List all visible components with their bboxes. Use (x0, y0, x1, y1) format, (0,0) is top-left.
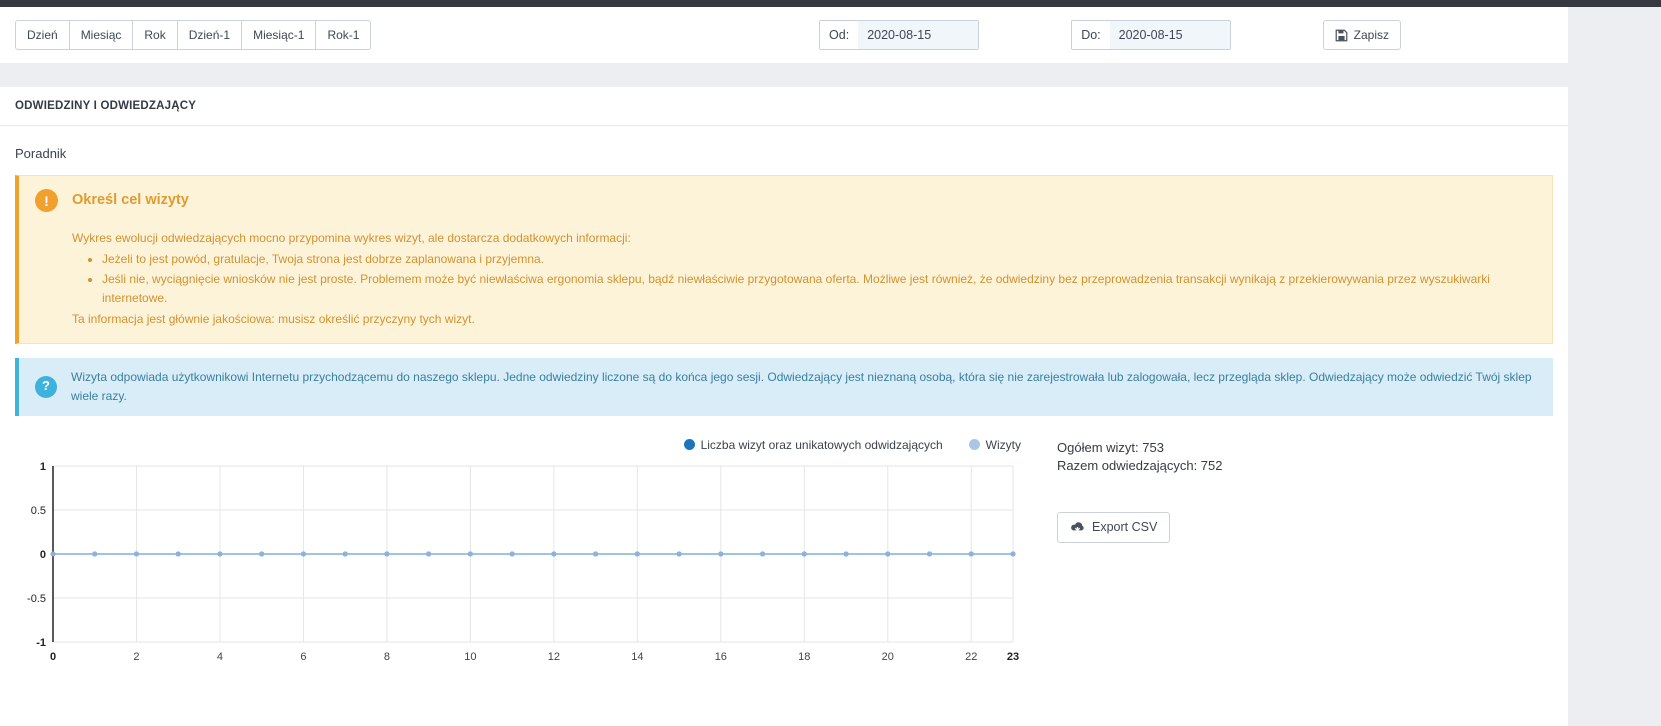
svg-text:10: 10 (464, 651, 476, 663)
export-csv-label: Export CSV (1092, 519, 1158, 534)
stats-panel: ODWIEDZINY I ODWIEDZAJĄCY Poradnik ! Okr… (0, 87, 1568, 726)
range-button-rok-1[interactable]: Rok-1 (315, 20, 372, 51)
cloud-download-icon (1070, 521, 1085, 533)
warning-box: ! Określ cel wizyty Wykres ewolucji odwi… (15, 175, 1553, 344)
export-csv-button[interactable]: Export CSV (1057, 511, 1171, 543)
chart-column: Liczba wizyt oraz unikatowych odwidzając… (15, 438, 1035, 671)
svg-text:0: 0 (40, 549, 46, 561)
legend-dot (683, 439, 695, 451)
svg-text:6: 6 (300, 651, 306, 663)
warning-outro: Ta informacja jest głównie jakościowa: m… (72, 312, 475, 327)
range-button-dzie[interactable]: Dzień (15, 20, 70, 51)
date-to-label: Do: (1072, 21, 1110, 50)
svg-text:23: 23 (1007, 651, 1019, 663)
info-box: ? Wizyta odpowiada użytkownikowi Interne… (15, 357, 1553, 416)
section-title: ODWIEDZINY I ODWIEDZAJĄCY (0, 87, 1568, 127)
chart-legend: Liczba wizyt oraz unikatowych odwidzając… (15, 438, 1021, 452)
warning-bullet: Jeżeli to jest powód, gratulacje, Twoja … (102, 250, 1536, 269)
panel-body: Poradnik ! Określ cel wizyty Wykres ewol… (0, 126, 1568, 686)
warning-intro: Wykres ewolucji odwiedzających mocno prz… (72, 230, 631, 245)
legend-item: Liczba wizyt oraz unikatowych odwidzając… (683, 437, 943, 452)
warning-title: Określ cel wizyty (72, 192, 189, 209)
svg-text:0: 0 (50, 651, 56, 663)
warning-bullet-list: Jeżeli to jest powód, gratulacje, Twoja … (72, 250, 1536, 309)
warning-content: Określ cel wizyty Wykres ewolucji odwied… (72, 189, 1536, 329)
svg-text:12: 12 (548, 651, 560, 663)
info-content: Wizyta odpowiada użytkownikowi Internetu… (71, 368, 1537, 406)
date-controls: Od: Do: Zapisz (819, 20, 1553, 51)
question-icon: ? (35, 375, 57, 398)
svg-text:18: 18 (798, 651, 810, 663)
date-from-label: Od: (820, 21, 859, 50)
legend-dot (968, 439, 980, 451)
visits-chart: -1-0.500.510 2 4 6 8 10 12 14 16 18 20 22 23 (27, 461, 1019, 663)
range-button-dzie-1[interactable]: Dzień-1 (176, 20, 243, 51)
save-icon (1335, 29, 1348, 42)
top-bar (0, 0, 1661, 7)
legend-item: Wizyty (968, 437, 1021, 452)
svg-text:8: 8 (384, 651, 390, 663)
chart-section: Liczba wizyt oraz unikatowych odwidzając… (15, 438, 1553, 671)
svg-text:-0.5: -0.5 (27, 593, 46, 605)
svg-text:14: 14 (631, 651, 643, 663)
date-range-buttons: Dzień Miesiąc Rok Dzień-1 Miesiąc-1 Rok-1 (15, 20, 372, 51)
range-button-miesic[interactable]: Miesiąc (68, 20, 134, 51)
date-from-input[interactable] (858, 21, 979, 50)
svg-text:2: 2 (133, 651, 139, 663)
total-visitors: Razem odwiedzających: 752 (1057, 457, 1223, 473)
svg-text:16: 16 (715, 651, 727, 663)
range-button-miesic-1[interactable]: Miesiąc-1 (241, 20, 317, 51)
svg-text:1: 1 (40, 461, 46, 473)
svg-text:-1: -1 (36, 637, 46, 649)
range-button-rok[interactable]: Rok (132, 20, 178, 51)
svg-text:4: 4 (217, 651, 223, 663)
info-text: Wizyta odpowiada użytkownikowi Internetu… (71, 369, 1532, 403)
total-visits: Ogółem wizyt: 753 (1057, 439, 1164, 455)
date-from-group: Od: (819, 20, 980, 51)
svg-text:0.5: 0.5 (31, 505, 46, 517)
page: Dzień Miesiąc Rok Dzień-1 Miesiąc-1 Rok-1 Od:… (0, 7, 1568, 726)
date-toolbar: Dzień Miesiąc Rok Dzień-1 Miesiąc-1 Rok-1 Od:… (0, 7, 1568, 64)
warning-icon: ! (35, 189, 58, 213)
save-button-label: Zapisz (1353, 28, 1389, 42)
warning-bullet: Jeśli nie, wyciągnięcie wniosków nie jes… (102, 270, 1536, 308)
guide-label: Poradnik (15, 146, 67, 162)
legend-label: Liczba wizyt oraz unikatowych odwidzając… (700, 437, 943, 452)
legend-label: Wizyty (985, 437, 1021, 452)
stats-column: Ogółem wizyt: 753 Razem odwiedzających: … (1057, 438, 1222, 671)
date-to-input[interactable] (1109, 21, 1230, 50)
svg-text:20: 20 (882, 651, 894, 663)
save-button[interactable]: Zapisz (1322, 20, 1401, 51)
svg-text:22: 22 (965, 651, 977, 663)
date-to-group: Do: (1071, 20, 1231, 51)
